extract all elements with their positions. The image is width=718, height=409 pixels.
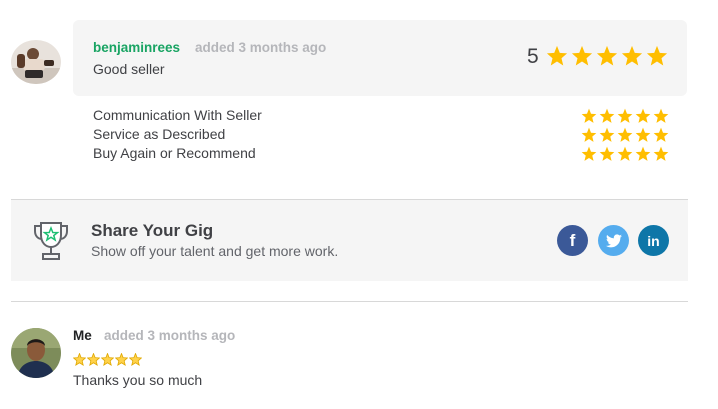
star-icon [581,127,597,142]
star-icon [646,45,668,66]
star-icon [581,146,597,161]
star-icon [617,146,633,161]
star-icon [599,108,615,123]
reviewer-avatar[interactable] [11,40,61,84]
star-icon [653,146,669,161]
star-icon [73,353,86,366]
star-icon [635,146,651,161]
breakdown-row: Service as Described [93,125,669,144]
reviewer-username[interactable]: benjaminrees [93,40,180,55]
divider [11,301,688,302]
star-icon [635,127,651,142]
twitter-icon [605,233,622,247]
star-icon [115,353,128,366]
share-gig-panel: Share Your Gig Show off your talent and … [11,200,688,281]
trophy-icon [31,219,71,263]
facebook-icon: f [569,230,576,250]
star-icon [621,45,643,66]
breakdown-row: Communication With Seller [93,106,669,125]
star-icon [87,353,100,366]
star-icon [599,146,615,161]
review-card: benjaminrees added 3 months ago Good sel… [73,20,687,96]
rating-stars [546,45,668,67]
breakdown-label: Buy Again or Recommend [93,145,256,161]
linkedin-icon: in [647,232,660,249]
breakdown-stars [581,108,669,124]
share-subtitle: Show off your talent and get more work. [91,243,339,259]
breakdown-label: Service as Described [93,126,226,142]
facebook-share-button[interactable]: f [557,225,588,256]
review-text: Thanks you so much [73,372,203,388]
review-timestamp: added 3 months ago [195,40,327,55]
star-icon [571,45,593,66]
star-icon [635,108,651,123]
star-icon [101,353,114,366]
star-icon [129,353,142,366]
breakdown-row: Buy Again or Recommend [93,144,669,163]
star-icon [617,127,633,142]
reviewer-avatar[interactable] [11,328,61,378]
rating-stars [73,353,142,366]
breakdown-label: Communication With Seller [93,107,262,123]
rating-score: 5 [527,45,539,68]
star-icon [581,108,597,123]
breakdown-stars [581,127,669,143]
share-title: Share Your Gig [91,221,214,240]
twitter-share-button[interactable] [598,225,629,256]
linkedin-share-button[interactable]: in [638,225,669,256]
breakdown-stars [581,146,669,162]
star-icon [596,45,618,66]
star-icon [599,127,615,142]
star-icon [546,45,568,66]
review-text: Good seller [93,61,165,77]
star-icon [653,127,669,142]
star-icon [617,108,633,123]
review-timestamp: added 3 months ago [104,328,236,343]
reviewer-username[interactable]: Me [73,328,92,343]
star-icon [653,108,669,123]
rating-breakdown: Communication With Seller Service as Des… [93,106,669,163]
